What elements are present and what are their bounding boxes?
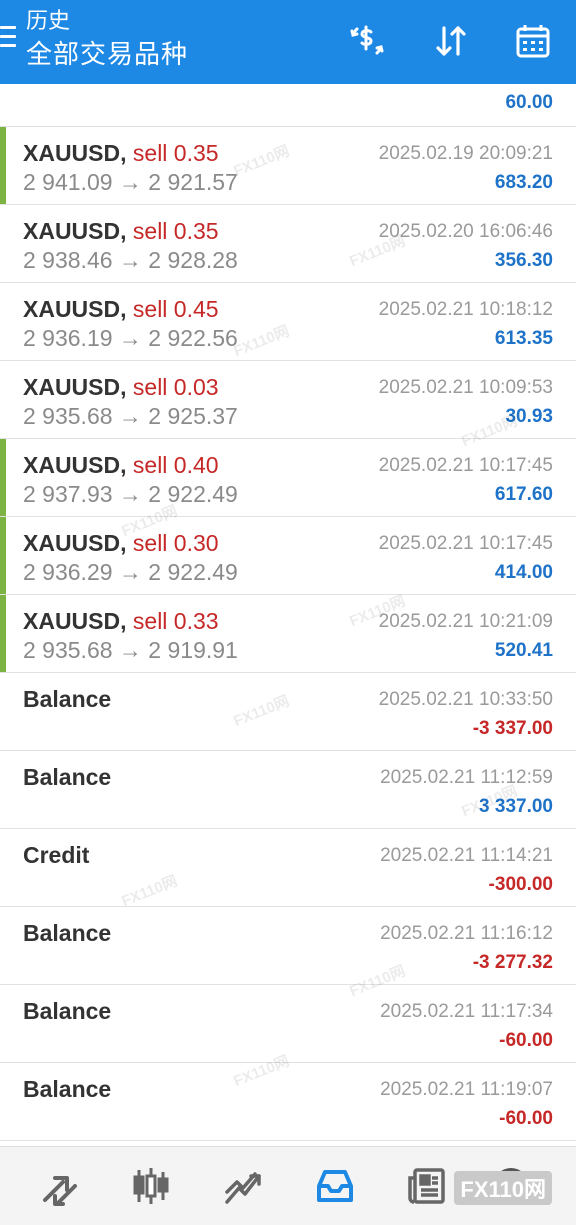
price-range: 2 935.68 → 2 925.37 — [23, 403, 238, 429]
operation-amount: -60.00 — [499, 1030, 553, 1051]
news-icon[interactable] — [402, 1161, 452, 1211]
profit-value: 617.60 — [494, 484, 553, 505]
profit-value: 520.41 — [494, 640, 553, 661]
price-range: 2 937.93 → 2 922.49 — [23, 481, 238, 507]
history-list: 60.00 XAUUSD, sell 0.35 2 941.09 → 2 921… — [0, 84, 576, 1141]
operation-row[interactable]: Balance 2025.02.21 11:17:34 -60.00 — [0, 985, 576, 1063]
price-range: 2 935.68 → 2 919.91 — [23, 637, 238, 663]
operation-amount: -300.00 — [488, 874, 553, 895]
trade-direction: sell 0.33 — [132, 608, 219, 634]
operation-row[interactable]: Balance 2025.02.21 11:19:07 -60.00 — [0, 1063, 576, 1141]
price-range: 2 941.09 → 2 921.57 — [23, 169, 238, 195]
trade-direction: sell 0.30 — [132, 530, 219, 556]
operation-amount: 3 337.00 — [479, 796, 553, 817]
operation-type: Balance — [23, 1076, 112, 1102]
trade-row[interactable]: XAUUSD, sell 0.40 2 937.93 → 2 922.49 20… — [0, 439, 576, 517]
operation-type: Balance — [23, 686, 112, 712]
trade-row[interactable]: XAUUSD, sell 0.30 2 936.29 → 2 922.49 20… — [0, 517, 576, 595]
chart-icon[interactable] — [126, 1161, 176, 1211]
trade-row[interactable]: XAUUSD, sell 0.45 2 936.19 → 2 922.56 20… — [0, 283, 576, 361]
operation-type: Credit — [23, 842, 90, 868]
trade-time: 2025.02.21 10:17:45 — [378, 533, 553, 554]
operation-amount: -60.00 — [499, 1108, 553, 1129]
profit-value: 60.00 — [505, 92, 553, 113]
menu-icon[interactable] — [0, 26, 18, 52]
trade-time: 2025.02.21 10:09:53 — [378, 377, 553, 398]
operation-row[interactable]: Balance 2025.02.21 11:16:12 -3 277.32 — [0, 907, 576, 985]
operation-type: Balance — [23, 764, 112, 790]
app-bar: 历史 全部交易品种 — [0, 0, 576, 84]
profit-value: 414.00 — [494, 562, 553, 583]
history-icon[interactable] — [310, 1161, 360, 1211]
operation-time: 2025.02.21 11:14:21 — [380, 845, 553, 866]
operation-type: Balance — [23, 920, 112, 946]
trade-time: 2025.02.20 16:06:46 — [378, 221, 553, 242]
symbol: XAUUSD, — [23, 218, 127, 244]
quotes-icon[interactable] — [34, 1161, 84, 1211]
trade-direction: sell 0.35 — [132, 140, 219, 166]
operation-time: 2025.02.21 10:33:50 — [378, 689, 553, 710]
trade-time: 2025.02.21 10:18:12 — [378, 299, 553, 320]
trade-row[interactable]: XAUUSD, sell 0.35 2 938.46 → 2 928.28 20… — [0, 205, 576, 283]
operation-row[interactable]: Balance 2025.02.21 11:12:59 3 337.00 — [0, 751, 576, 829]
symbol: XAUUSD, — [23, 296, 127, 322]
symbol: XAUUSD, — [23, 530, 127, 556]
trade-icon[interactable] — [218, 1161, 268, 1211]
price-range: 2 936.29 → 2 922.49 — [23, 559, 238, 585]
operation-time: 2025.02.21 11:16:12 — [380, 923, 553, 944]
profit-value: 613.35 — [494, 328, 553, 349]
operation-amount: -3 337.00 — [472, 718, 553, 739]
trade-time: 2025.02.19 20:09:21 — [378, 143, 553, 164]
trade-direction: sell 0.35 — [132, 218, 219, 244]
calendar-icon[interactable] — [510, 18, 556, 64]
symbol: XAUUSD, — [23, 608, 127, 634]
page-title: 历史 — [26, 8, 71, 33]
operation-row[interactable]: Balance 2025.02.21 10:33:50 -3 337.00 — [0, 673, 576, 751]
price-range: 2 936.19 → 2 922.56 — [23, 325, 238, 351]
symbol: XAUUSD, — [23, 374, 127, 400]
symbol: XAUUSD, — [23, 140, 127, 166]
trade-time: 2025.02.21 10:17:45 — [378, 455, 553, 476]
symbol: XAUUSD, — [23, 452, 127, 478]
trade-direction: sell 0.03 — [132, 374, 219, 400]
operation-type: Balance — [23, 998, 112, 1024]
list-item[interactable]: 60.00 — [0, 84, 576, 127]
trade-row[interactable]: XAUUSD, sell 0.33 2 935.68 → 2 919.91 20… — [0, 595, 576, 673]
sort-icon[interactable] — [428, 18, 474, 64]
profit-value: 356.30 — [494, 250, 553, 271]
trade-time: 2025.02.21 10:21:09 — [378, 611, 553, 632]
operation-time: 2025.02.21 11:19:07 — [380, 1079, 553, 1100]
currency-exchange-icon[interactable] — [344, 18, 390, 64]
trade-row[interactable]: XAUUSD, sell 0.35 2 941.09 → 2 921.57 20… — [0, 127, 576, 205]
operation-row[interactable]: Credit 2025.02.21 11:14:21 -300.00 — [0, 829, 576, 907]
bottom-nav: FX110网 — [0, 1146, 576, 1225]
profit-value: 683.20 — [494, 172, 553, 193]
operation-time: 2025.02.21 11:17:34 — [380, 1001, 553, 1022]
operation-amount: -3 277.32 — [472, 952, 553, 973]
profit-value: 30.93 — [505, 406, 553, 427]
trade-direction: sell 0.40 — [132, 452, 219, 478]
symbol-filter[interactable]: 全部交易品种 — [26, 38, 188, 70]
trade-direction: sell 0.45 — [132, 296, 219, 322]
trade-row[interactable]: XAUUSD, sell 0.03 2 935.68 → 2 925.37 20… — [0, 361, 576, 439]
brand-watermark: FX110网 — [454, 1171, 552, 1205]
price-range: 2 938.46 → 2 928.28 — [23, 247, 238, 273]
operation-time: 2025.02.21 11:12:59 — [380, 767, 553, 788]
